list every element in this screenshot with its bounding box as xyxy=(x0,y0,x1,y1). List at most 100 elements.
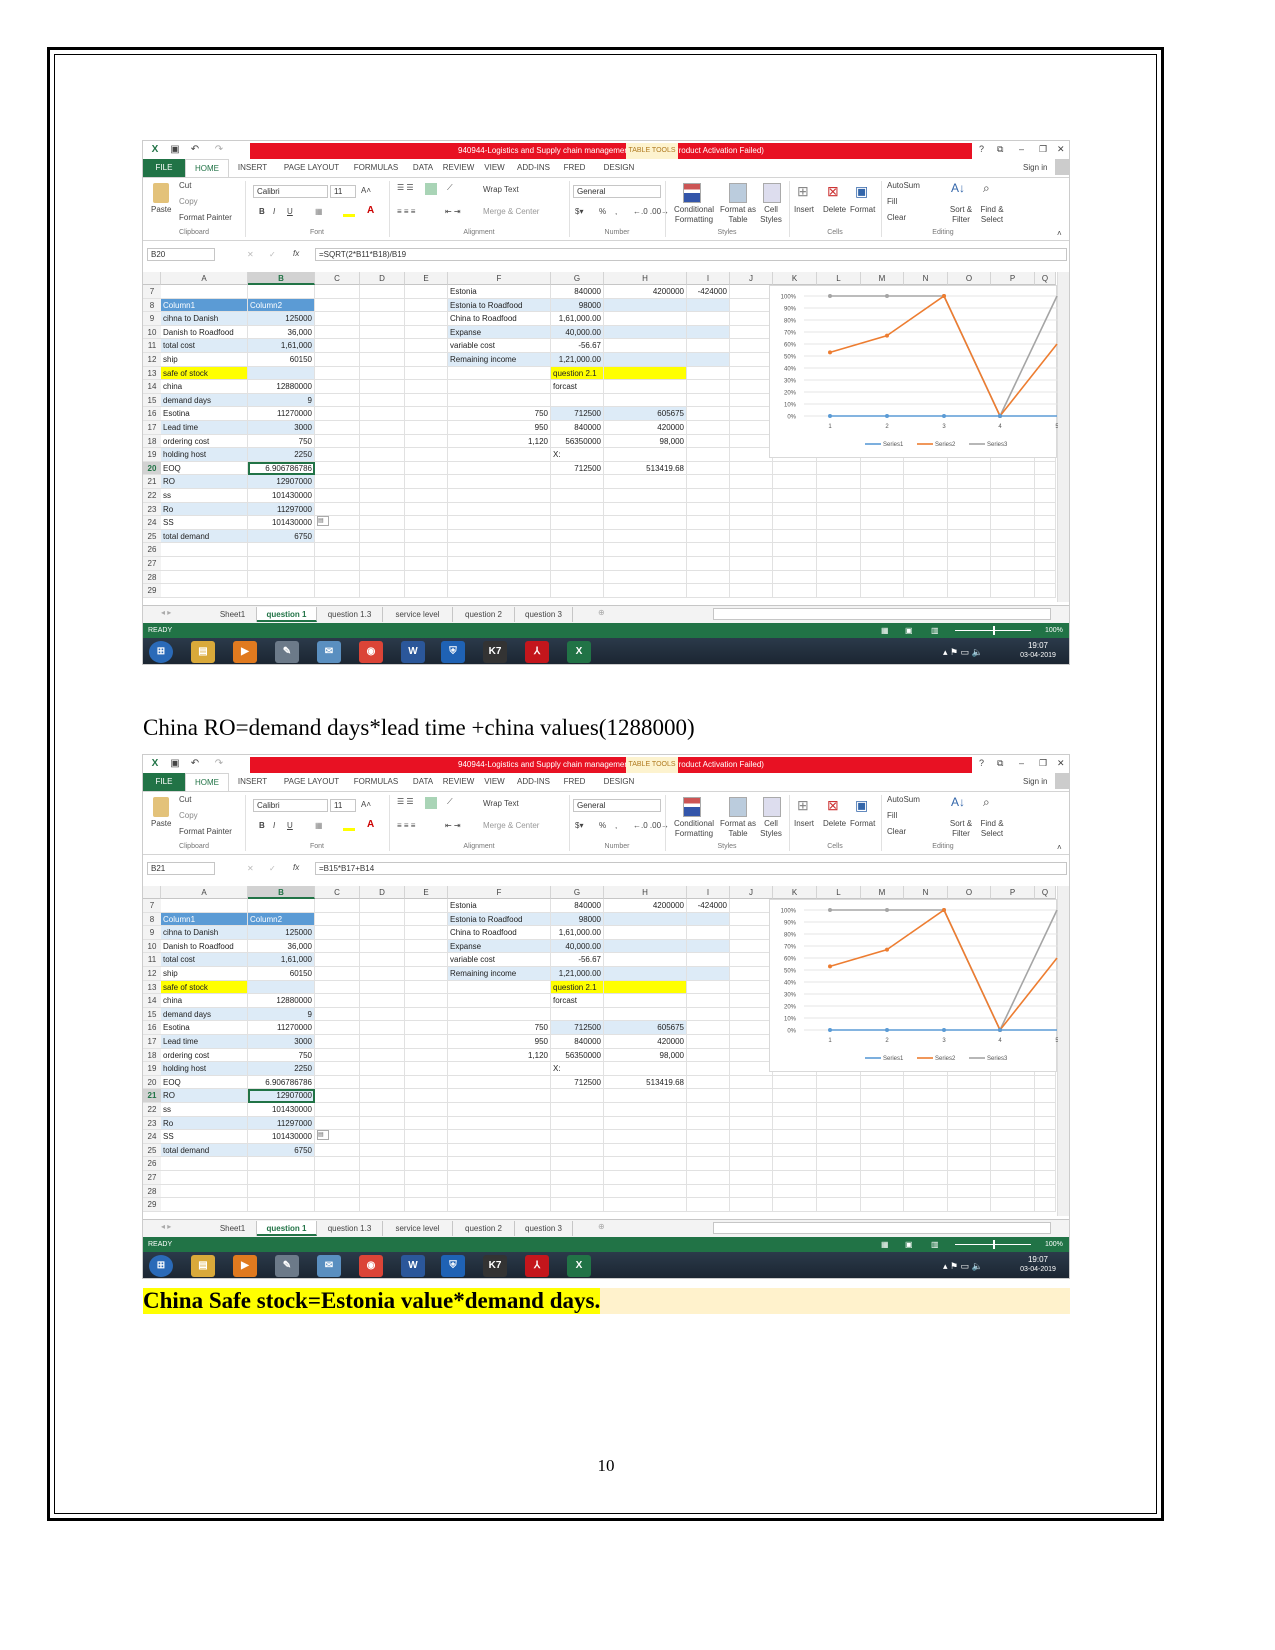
grid-cell[interactable] xyxy=(315,557,360,571)
grid-cell[interactable] xyxy=(360,1116,405,1131)
grid-cell[interactable] xyxy=(687,516,730,530)
cell-a18[interactable]: ordering cost xyxy=(161,434,248,449)
grid-cell[interactable] xyxy=(991,1089,1035,1103)
cell-a19[interactable]: holding host xyxy=(161,1062,248,1076)
undo-icon[interactable]: ↶ xyxy=(189,144,201,156)
font-size-select[interactable]: 11 xyxy=(330,799,356,812)
grid-cell[interactable] xyxy=(730,1184,773,1199)
grid-cell[interactable] xyxy=(405,529,448,544)
grid-cell[interactable] xyxy=(730,339,773,353)
grid-cell[interactable] xyxy=(551,529,604,544)
grid-cell[interactable] xyxy=(315,912,360,927)
grid-cell[interactable] xyxy=(551,1116,604,1131)
row-header-20[interactable]: 20 xyxy=(143,1075,161,1090)
cell-g7[interactable]: 840000 xyxy=(551,285,604,299)
cell-a21[interactable]: RO xyxy=(161,475,248,489)
taskbar-start-icon[interactable]: ⊞ xyxy=(149,641,173,663)
column-header-l[interactable]: L xyxy=(817,886,861,899)
cell-h7[interactable]: 4200000 xyxy=(604,285,687,299)
column-header-c[interactable]: C xyxy=(315,272,360,285)
grid-cell[interactable] xyxy=(405,380,448,394)
row-header-12[interactable]: 12 xyxy=(143,353,161,367)
cell-g10[interactable]: 40,000.00 xyxy=(551,939,604,954)
row-header-29[interactable]: 29 xyxy=(143,1198,161,1212)
zoom-slider-thumb[interactable] xyxy=(993,626,995,635)
sheet-tab-question-1[interactable]: question 1 xyxy=(257,607,317,622)
column-header-h[interactable]: H xyxy=(604,272,687,285)
paste-icon[interactable] xyxy=(153,183,169,203)
grid-cell[interactable] xyxy=(360,1157,405,1171)
grid-cell[interactable] xyxy=(405,312,448,326)
cut-button[interactable]: Cut xyxy=(179,795,191,804)
cell-f11[interactable]: variable cost xyxy=(448,953,551,967)
enter-icon[interactable]: ✓ xyxy=(269,864,276,873)
grid-cell[interactable] xyxy=(360,475,405,489)
cell-a14[interactable]: china xyxy=(161,994,248,1008)
conditional-formatting-icon[interactable] xyxy=(683,183,701,203)
grid-cell[interactable] xyxy=(360,312,405,326)
horizontal-scrollbar[interactable] xyxy=(713,1222,1051,1234)
cell-b10[interactable]: 36,000 xyxy=(248,939,315,954)
grid-cell[interactable] xyxy=(730,366,773,381)
grid-cell[interactable] xyxy=(551,1184,604,1199)
accounting-format-icon[interactable]: $▾ xyxy=(575,821,583,830)
window-control-restore-ribbon-icon[interactable]: ⧉ xyxy=(997,144,1003,155)
wrap-text-button[interactable]: Wrap Text xyxy=(483,799,519,808)
grid-cell[interactable] xyxy=(360,557,405,571)
cell-b18[interactable]: 750 xyxy=(248,434,315,449)
grid-cell[interactable] xyxy=(1035,584,1056,598)
column-header-g[interactable]: G xyxy=(551,272,604,285)
cell-f9[interactable]: China to Roadfood xyxy=(448,926,551,940)
grid-cell[interactable] xyxy=(687,1048,730,1063)
column-header-n[interactable]: N xyxy=(904,272,948,285)
cell-a9[interactable]: cihna to Danish xyxy=(161,312,248,326)
grid-cell[interactable] xyxy=(315,502,360,517)
grid-cell[interactable] xyxy=(551,489,604,503)
grid-cell[interactable] xyxy=(161,570,248,585)
grid-cell[interactable] xyxy=(730,1103,773,1117)
cell-a17[interactable]: Lead time xyxy=(161,421,248,435)
grid-cell[interactable] xyxy=(730,407,773,421)
grid-cell[interactable] xyxy=(904,1103,948,1117)
grid-cell[interactable] xyxy=(773,1103,817,1117)
grid-cell[interactable] xyxy=(360,502,405,517)
grid-cell[interactable] xyxy=(948,543,991,557)
cell-g19[interactable]: X: xyxy=(551,1062,604,1076)
cell-i12[interactable] xyxy=(687,353,730,367)
cell-g12[interactable]: 1,21,000.00 xyxy=(551,353,604,367)
grid-cell[interactable] xyxy=(315,1103,360,1117)
grid-cell[interactable] xyxy=(991,557,1035,571)
cell-h13[interactable] xyxy=(604,366,687,381)
grid-cell[interactable] xyxy=(315,325,360,340)
zoom-level[interactable]: 100% xyxy=(1045,1237,1063,1252)
cell-i10[interactable] xyxy=(687,325,730,340)
accounting-format-icon[interactable]: $▾ xyxy=(575,207,583,216)
grid-cell[interactable] xyxy=(405,393,448,408)
cell-b18[interactable]: 750 xyxy=(248,1048,315,1063)
grid-cell[interactable] xyxy=(448,584,551,598)
grid-cell[interactable] xyxy=(360,1035,405,1049)
tab-fred[interactable]: FRED xyxy=(554,773,595,791)
borders-icon[interactable]: ▦ xyxy=(315,821,323,830)
cell-a11[interactable]: total cost xyxy=(161,339,248,353)
grid-cell[interactable] xyxy=(1035,1089,1056,1103)
grid-cell[interactable] xyxy=(817,461,861,476)
align-top-icon[interactable]: ☰ ☰ xyxy=(397,797,414,806)
grid-cell[interactable] xyxy=(405,489,448,503)
row-header-13[interactable]: 13 xyxy=(143,366,161,381)
grid-cell[interactable] xyxy=(687,1021,730,1035)
grid-cell[interactable] xyxy=(551,393,604,408)
grid-cell[interactable] xyxy=(991,1171,1035,1185)
grid-cell[interactable] xyxy=(448,1184,551,1199)
redo-icon[interactable]: ↷ xyxy=(213,758,225,770)
grid-cell[interactable] xyxy=(360,1143,405,1158)
grid-cell[interactable] xyxy=(817,1198,861,1212)
cell-g14[interactable]: forcast xyxy=(551,380,604,394)
grid-cell[interactable] xyxy=(730,1021,773,1035)
sheet-tab-sheet1[interactable]: Sheet1 xyxy=(209,607,257,622)
grid-cell[interactable] xyxy=(773,461,817,476)
grid-cell[interactable] xyxy=(730,1171,773,1185)
grid-cell[interactable] xyxy=(315,899,360,913)
tab-data[interactable]: DATA xyxy=(405,773,441,791)
cell-f17[interactable]: 950 xyxy=(448,1035,551,1049)
